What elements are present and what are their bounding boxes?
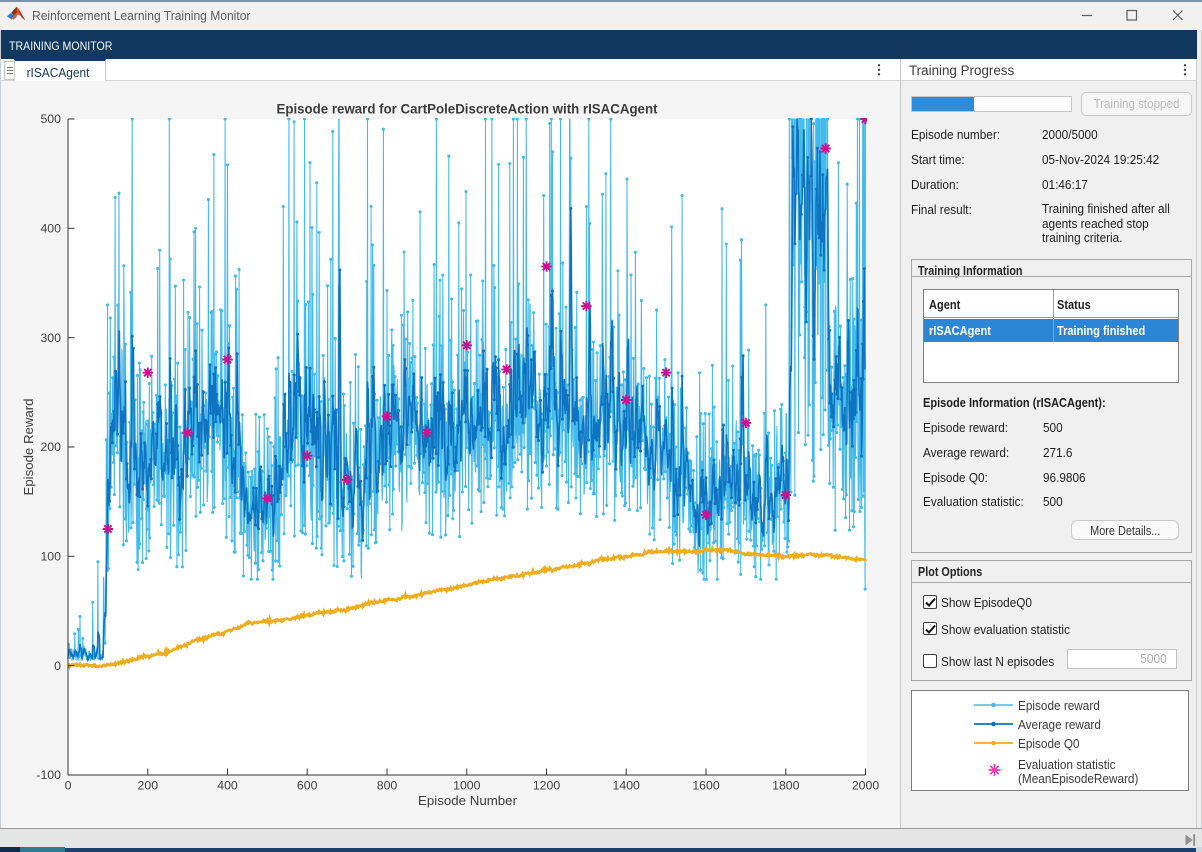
svg-text:200: 200 bbox=[138, 779, 159, 793]
svg-text:1000: 1000 bbox=[453, 779, 481, 793]
svg-text:100: 100 bbox=[40, 550, 61, 564]
svg-text:200: 200 bbox=[40, 440, 61, 454]
svg-text:800: 800 bbox=[377, 779, 398, 793]
svg-text:300: 300 bbox=[40, 331, 61, 345]
svg-text:1400: 1400 bbox=[613, 779, 641, 793]
svg-text:-100: -100 bbox=[36, 768, 61, 782]
svg-text:400: 400 bbox=[217, 779, 238, 793]
svg-text:2000: 2000 bbox=[852, 779, 880, 793]
svg-text:500: 500 bbox=[40, 112, 61, 126]
svg-text:0: 0 bbox=[54, 659, 61, 673]
svg-text:1200: 1200 bbox=[533, 779, 561, 793]
svg-text:400: 400 bbox=[40, 222, 61, 236]
svg-text:1600: 1600 bbox=[692, 779, 720, 793]
svg-text:0: 0 bbox=[65, 779, 72, 793]
svg-text:Episode Number: Episode Number bbox=[418, 793, 518, 808]
svg-text:Episode Reward: Episode Reward bbox=[21, 399, 36, 496]
svg-text:600: 600 bbox=[297, 779, 318, 793]
svg-text:Episode reward for CartPoleDis: Episode reward for CartPoleDiscreteActio… bbox=[277, 102, 658, 117]
svg-text:1800: 1800 bbox=[772, 779, 800, 793]
